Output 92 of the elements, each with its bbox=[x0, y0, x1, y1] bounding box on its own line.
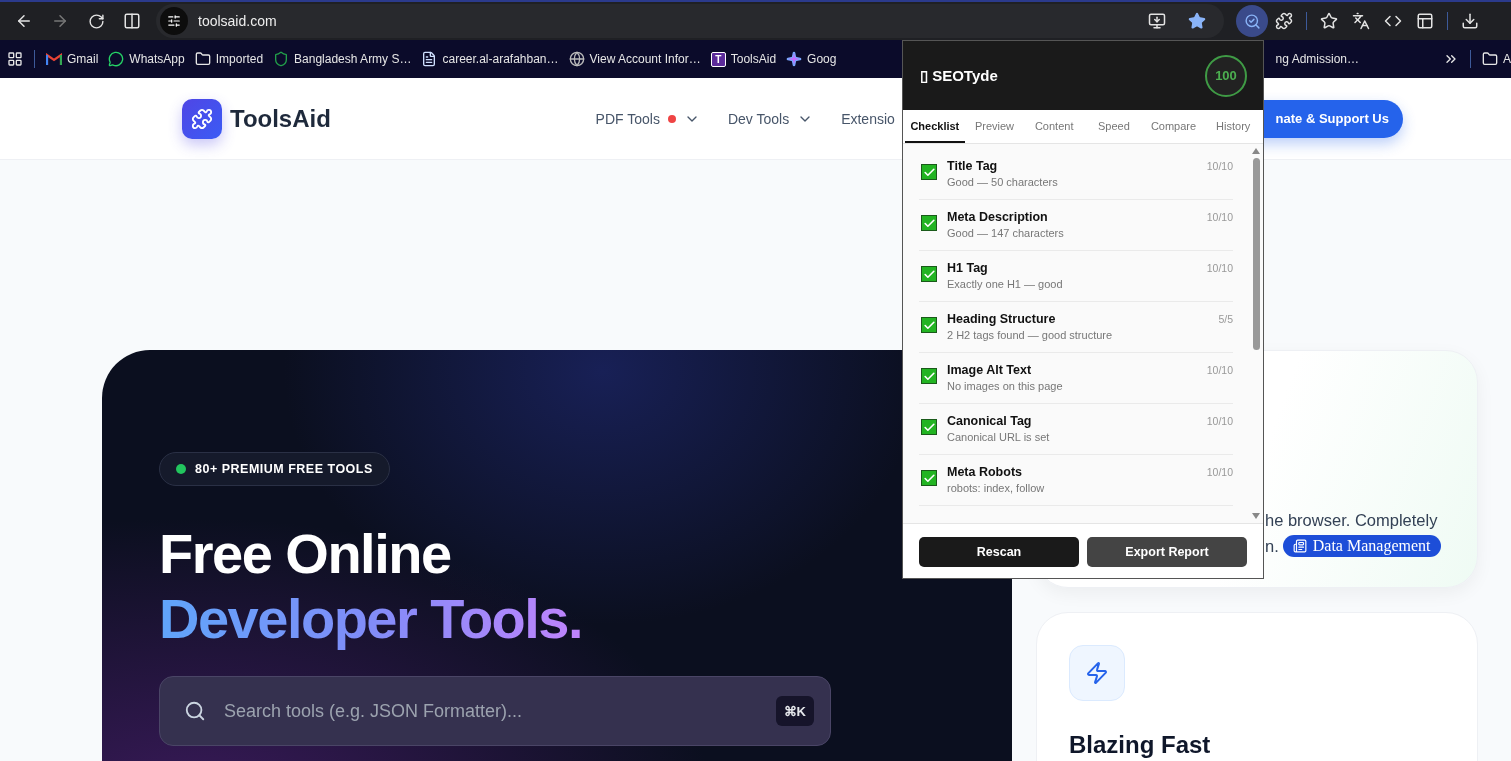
panel-icon bbox=[1416, 12, 1434, 30]
check-detail: robots: index, follow bbox=[947, 482, 1045, 494]
feature-title: Blazing Fast bbox=[1069, 731, 1212, 759]
check-title: Meta Description bbox=[947, 210, 1048, 224]
score-circle: 100 bbox=[1205, 54, 1247, 97]
scroll-down-icon[interactable] bbox=[1252, 513, 1260, 519]
address-bar[interactable]: toolsaid.com bbox=[156, 4, 1224, 38]
card-text: n. bbox=[1265, 536, 1279, 556]
check-detail: 2 H2 tags found — good structure bbox=[947, 329, 1113, 341]
tab[interactable]: Content bbox=[1024, 110, 1084, 143]
logo-icon bbox=[182, 98, 222, 139]
data-management-link[interactable]: Data Management bbox=[1282, 535, 1441, 557]
check-score: 10/10 bbox=[1206, 160, 1233, 172]
tab[interactable]: Preview bbox=[964, 110, 1025, 143]
grid-icon bbox=[7, 51, 23, 67]
tools-badge: 80+ PREMIUM FREE TOOLS bbox=[159, 452, 390, 486]
check-detail: Good — 147 characters bbox=[947, 227, 1064, 239]
check-title: Canonical Tag bbox=[947, 414, 1032, 428]
lightning-icon bbox=[1069, 645, 1125, 701]
rescan-button[interactable]: Rescan bbox=[919, 537, 1079, 567]
bookmark-star-icon[interactable] bbox=[1188, 12, 1206, 30]
export-button[interactable]: Export Report bbox=[1087, 537, 1247, 567]
checkbox[interactable] bbox=[921, 266, 937, 282]
card-text: he browser. Completely bbox=[1265, 510, 1438, 530]
check-detail: Good — 50 characters bbox=[947, 176, 1058, 188]
check-score: 10/10 bbox=[1206, 262, 1233, 274]
bookmark-item[interactable]: Goog bbox=[781, 45, 842, 73]
puzzle-icon bbox=[1275, 12, 1293, 30]
check-title: Meta Robots bbox=[947, 465, 1022, 479]
scrollbar-thumb[interactable] bbox=[1252, 158, 1260, 350]
checkbox[interactable] bbox=[921, 215, 937, 231]
sparkle-icon bbox=[786, 51, 803, 67]
checkbox[interactable] bbox=[921, 164, 937, 180]
bookmark-item[interactable]: ng Admission… bbox=[1270, 45, 1364, 73]
check-detail: No images on this page bbox=[947, 380, 1063, 392]
checkbox[interactable] bbox=[921, 470, 937, 486]
check-detail: Canonical URL is set bbox=[947, 431, 1050, 443]
check-detail: Exactly one H1 — good bbox=[947, 278, 1063, 290]
extension-button[interactable] bbox=[1236, 5, 1268, 37]
check-title: H1 Tag bbox=[947, 261, 988, 275]
check-score: 10/10 bbox=[1206, 211, 1233, 223]
download-icon bbox=[1461, 12, 1479, 30]
folder-icon bbox=[194, 51, 211, 67]
bookmark-folder[interactable]: A bbox=[1477, 45, 1511, 73]
check-score: 10/10 bbox=[1206, 364, 1233, 376]
tab[interactable]: Speed bbox=[1084, 110, 1144, 143]
hero-title: Free Online bbox=[159, 522, 451, 586]
favicon-icon: T bbox=[710, 51, 726, 67]
newspaper-icon bbox=[1292, 539, 1307, 553]
search-input[interactable]: Search tools (e.g. JSON Formatter)... bbox=[222, 699, 760, 723]
check-score: 5/5 bbox=[1218, 313, 1233, 325]
arrow-right-icon bbox=[51, 12, 69, 30]
install-app-icon[interactable] bbox=[1148, 12, 1166, 30]
mail-icon bbox=[46, 53, 62, 65]
document-icon bbox=[421, 51, 438, 67]
shield-icon bbox=[273, 51, 290, 67]
checkbox[interactable] bbox=[921, 317, 937, 333]
chat-bubble-icon bbox=[108, 51, 125, 67]
folder-icon bbox=[1482, 51, 1498, 67]
check-title: Title Tag bbox=[947, 159, 998, 173]
nav-link[interactable]: PDF Tools bbox=[595, 110, 700, 127]
bookmark-item[interactable]: Bangladesh Army S… bbox=[268, 45, 417, 73]
check-title: Heading Structure bbox=[947, 312, 1056, 326]
nav-link[interactable]: Dev Tools bbox=[727, 110, 814, 127]
search-check-icon bbox=[1243, 12, 1261, 30]
checkbox[interactable] bbox=[921, 368, 937, 384]
logo-text: ToolsAid bbox=[230, 104, 331, 133]
search-icon bbox=[184, 700, 206, 722]
reload-icon bbox=[87, 12, 105, 30]
search-bar[interactable]: Search tools (e.g. JSON Formatter)... ⌘K bbox=[159, 676, 831, 746]
nav-link[interactable]: Extensio bbox=[841, 110, 895, 127]
shortcut-key: ⌘K bbox=[775, 696, 814, 726]
popup-title: ▯ SEOTyde bbox=[920, 66, 998, 85]
check-score: 10/10 bbox=[1206, 466, 1233, 478]
bookmark-item[interactable]: career.al-arafahban… bbox=[416, 45, 564, 73]
bookmark-item[interactable]: View Account Infor… bbox=[563, 45, 706, 73]
url-text: toolsaid.com bbox=[198, 13, 278, 29]
bookmark-item[interactable]: WhatsApp bbox=[103, 45, 190, 73]
translate-icon bbox=[1352, 12, 1370, 30]
bookmark-item[interactable]: T ToolsAid bbox=[705, 45, 782, 73]
globe-icon bbox=[568, 51, 585, 67]
scroll-up-icon[interactable] bbox=[1252, 148, 1260, 154]
bookmark-item[interactable]: Imported bbox=[189, 45, 269, 73]
checkbox[interactable] bbox=[921, 419, 937, 435]
tab[interactable]: Compare bbox=[1143, 110, 1204, 143]
bookmark-item[interactable]: Gmail bbox=[41, 45, 104, 73]
star-icon bbox=[1320, 12, 1338, 30]
check-score: 10/10 bbox=[1206, 415, 1233, 427]
check-title: Image Alt Text bbox=[947, 363, 1032, 377]
split-view-icon bbox=[123, 12, 141, 30]
site-info-button[interactable] bbox=[160, 7, 188, 35]
sliders-icon bbox=[167, 14, 181, 28]
